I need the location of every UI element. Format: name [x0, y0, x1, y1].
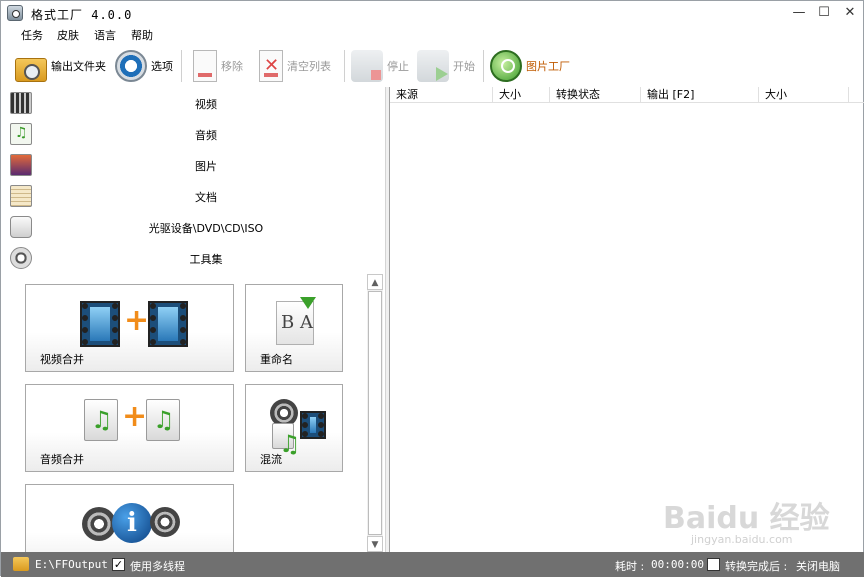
menu-skin[interactable]: 皮肤 — [57, 27, 79, 43]
column-status[interactable]: 转换状态 — [550, 87, 641, 103]
stop-button[interactable]: 停止 — [351, 48, 409, 84]
tool-label: 重命名 — [260, 353, 293, 366]
options-icon — [115, 50, 147, 82]
category-label: 文档 — [195, 191, 217, 204]
elapsed-label: 耗时 : — [615, 560, 645, 573]
scroll-up-icon[interactable]: ▲ — [367, 274, 383, 290]
multithread-label: 使用多线程 — [130, 560, 185, 573]
output-path: E:\FFOutput — [35, 558, 108, 571]
options-label: 选项 — [151, 60, 173, 73]
category-video[interactable]: 视频 — [1, 87, 385, 118]
output-folder-label: 输出文件夹 — [51, 60, 106, 73]
scroll-down-icon[interactable]: ▼ — [367, 536, 383, 552]
folder-icon[interactable] — [13, 557, 29, 571]
tool-audio-join[interactable]: + 音频合并 — [25, 384, 234, 472]
menu-language[interactable]: 语言 — [94, 27, 116, 43]
after-convert-checkbox[interactable] — [707, 558, 720, 571]
film-strip-icon — [148, 301, 188, 347]
tool-mux[interactable]: 混流 — [245, 384, 343, 472]
clear-list-label: 清空列表 — [287, 60, 331, 73]
clear-list-icon — [259, 50, 283, 82]
output-folder-button[interactable]: 输出文件夹 — [15, 48, 106, 84]
tool-media-info[interactable]: i — [25, 484, 234, 552]
stop-label: 停止 — [387, 60, 409, 73]
title-bar: 格式工厂 4.0.0 — ☐ ✕ — [1, 1, 863, 25]
column-size[interactable]: 大小 — [493, 87, 550, 103]
tool-label: 音频合并 — [40, 453, 84, 466]
tool-label: 视频合并 — [40, 353, 84, 366]
start-icon — [417, 50, 449, 82]
task-list: 来源 大小 转换状态 输出 [F2] 大小 — [389, 87, 864, 552]
category-document[interactable]: 文档 — [1, 180, 385, 211]
scroll-thumb[interactable] — [368, 291, 382, 535]
tool-rename[interactable]: B A 重命名 — [245, 284, 343, 372]
tool-label: 混流 — [260, 453, 282, 466]
film-strip-icon — [80, 301, 120, 347]
film-strip-icon — [300, 411, 326, 439]
app-icon — [7, 5, 23, 21]
menu-help[interactable]: 帮助 — [131, 27, 153, 43]
binoculars-icon — [150, 507, 180, 537]
start-label: 开始 — [453, 60, 475, 73]
tools-scrollbar[interactable]: ▲ ▼ — [367, 274, 383, 552]
column-source[interactable]: 来源 — [390, 87, 493, 103]
folder-icon — [15, 58, 47, 82]
plus-icon: + — [122, 399, 148, 434]
multithread-checkbox[interactable]: ✓ — [112, 558, 125, 571]
column-output[interactable]: 输出 [F2] — [641, 87, 759, 103]
toolbar-divider — [344, 50, 345, 82]
picture-factory-button[interactable]: 图片工厂 — [490, 48, 570, 84]
elapsed-time: 00:00:00 — [651, 558, 704, 571]
category-label: 视频 — [195, 98, 217, 111]
toolbar-divider — [483, 50, 484, 82]
menu-task[interactable]: 任务 — [21, 27, 43, 43]
music-note-icon — [146, 399, 180, 441]
tool-video-join[interactable]: + 视频合并 — [25, 284, 234, 372]
window-title: 格式工厂 4.0.0 — [31, 8, 133, 22]
maximize-button[interactable]: ☐ — [811, 3, 837, 23]
arrow-down-icon — [300, 297, 316, 309]
toolbar: 输出文件夹 选项 移除 清空列表 停止 开始 图片工厂 — [1, 44, 863, 87]
category-rom-device[interactable]: 光驱设备\DVD\CD\ISO — [1, 211, 385, 242]
category-audio[interactable]: 音频 — [1, 118, 385, 149]
picture-factory-icon — [490, 50, 522, 82]
music-note-icon — [272, 423, 301, 458]
baidu-watermark: Baidu 经验 — [663, 501, 830, 536]
status-bar: E:\FFOutput ✓ 使用多线程 耗时 : 00:00:00 转换完成后 … — [1, 552, 864, 577]
left-panel: 视频 音频 图片 文档 光驱设备\DVD\CD\ISO 工具集 + — [1, 87, 385, 552]
tools-grid: + 视频合并 B A 重命名 + 音频合并 混流 — [1, 274, 385, 552]
after-convert-label: 转换完成后 : — [725, 560, 788, 573]
plus-icon: + — [124, 303, 150, 338]
category-label: 图片 — [195, 160, 217, 173]
task-list-header: 来源 大小 转换状态 输出 [F2] 大小 — [390, 87, 864, 103]
baidu-watermark-url: jingyan.baidu.com — [691, 533, 793, 546]
column-output-size[interactable]: 大小 — [759, 87, 849, 103]
remove-label: 移除 — [221, 60, 243, 73]
start-button[interactable]: 开始 — [417, 48, 475, 84]
picture-factory-label: 图片工厂 — [526, 60, 570, 73]
music-note-icon — [84, 399, 118, 441]
after-convert-action[interactable]: 关闭电脑 — [796, 558, 840, 574]
category-label: 光驱设备\DVD\CD\ISO — [148, 222, 264, 235]
category-tools[interactable]: 工具集 — [1, 242, 385, 273]
minimize-button[interactable]: — — [786, 3, 812, 23]
film-reel-icon — [82, 507, 116, 541]
remove-button[interactable]: 移除 — [189, 48, 243, 84]
category-label: 音频 — [195, 129, 217, 142]
toolbar-divider — [181, 50, 182, 82]
app-window: 格式工厂 4.0.0 — ☐ ✕ 任务 皮肤 语言 帮助 输出文件夹 选项 移除… — [0, 0, 864, 577]
menu-bar: 任务 皮肤 语言 帮助 — [1, 25, 863, 43]
category-label: 工具集 — [189, 253, 223, 266]
info-icon: i — [112, 503, 152, 543]
options-button[interactable]: 选项 — [115, 48, 173, 84]
remove-icon — [193, 50, 217, 82]
category-picture[interactable]: 图片 — [1, 149, 385, 180]
clear-list-button[interactable]: 清空列表 — [255, 48, 331, 84]
close-button[interactable]: ✕ — [837, 3, 863, 23]
stop-icon — [351, 50, 383, 82]
